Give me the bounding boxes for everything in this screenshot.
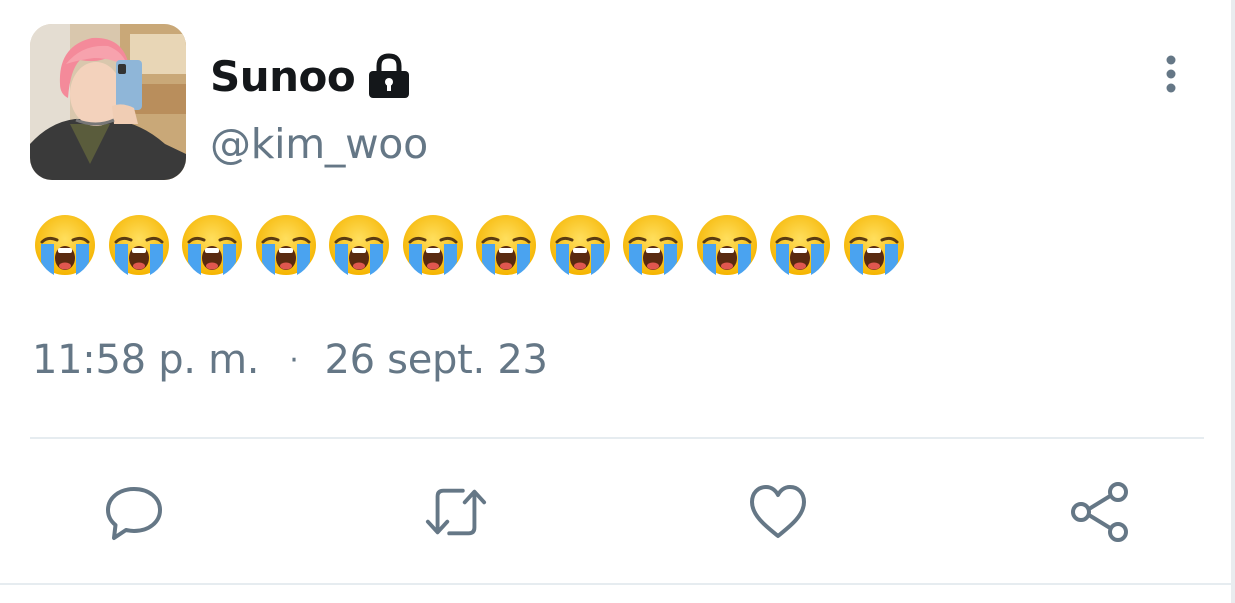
- loudly-crying-face-icon: [400, 212, 466, 278]
- share-icon: [1071, 482, 1128, 542]
- retweet-button[interactable]: [424, 480, 488, 544]
- user-handle[interactable]: @kim_woo: [210, 120, 428, 168]
- meta-separator: ·: [289, 342, 299, 378]
- loudly-crying-face-icon: [694, 212, 760, 278]
- loudly-crying-face-icon: [106, 212, 172, 278]
- reply-button[interactable]: [102, 480, 166, 544]
- loudly-crying-face-icon: [179, 212, 245, 278]
- more-options-button[interactable]: [1156, 54, 1186, 96]
- tweet-card: Sunoo @kim_woo 11:58 p. m. · 26 sept. 23: [0, 0, 1231, 603]
- bottom-divider: [0, 583, 1231, 585]
- avatar[interactable]: [30, 24, 186, 180]
- tweet-timestamp[interactable]: 11:58 p. m. · 26 sept. 23: [32, 334, 548, 386]
- loudly-crying-face-icon: [32, 212, 98, 278]
- loudly-crying-face-icon: [473, 212, 539, 278]
- lock-icon: [367, 53, 411, 99]
- loudly-crying-face-icon: [326, 212, 392, 278]
- display-name[interactable]: Sunoo: [210, 52, 356, 101]
- divider: [30, 437, 1204, 439]
- like-button[interactable]: [746, 480, 810, 544]
- loudly-crying-face-icon: [253, 212, 319, 278]
- loudly-crying-face-icon: [767, 212, 833, 278]
- loudly-crying-face-icon: [620, 212, 686, 278]
- reply-bubble-icon: [106, 487, 162, 540]
- loudly-crying-face-icon: [841, 212, 907, 278]
- loudly-crying-face-icon: [547, 212, 613, 278]
- more-vertical-icon: [1166, 55, 1176, 93]
- display-name-row: Sunoo: [210, 46, 411, 106]
- tweet-text: [32, 210, 914, 280]
- share-button[interactable]: [1068, 480, 1132, 544]
- heart-icon: [750, 485, 806, 538]
- tweet-date: 26 sept. 23: [324, 337, 548, 383]
- retweet-icon: [425, 488, 487, 536]
- scroll-edge: [1231, 0, 1235, 603]
- tweet-time: 11:58 p. m.: [32, 337, 260, 383]
